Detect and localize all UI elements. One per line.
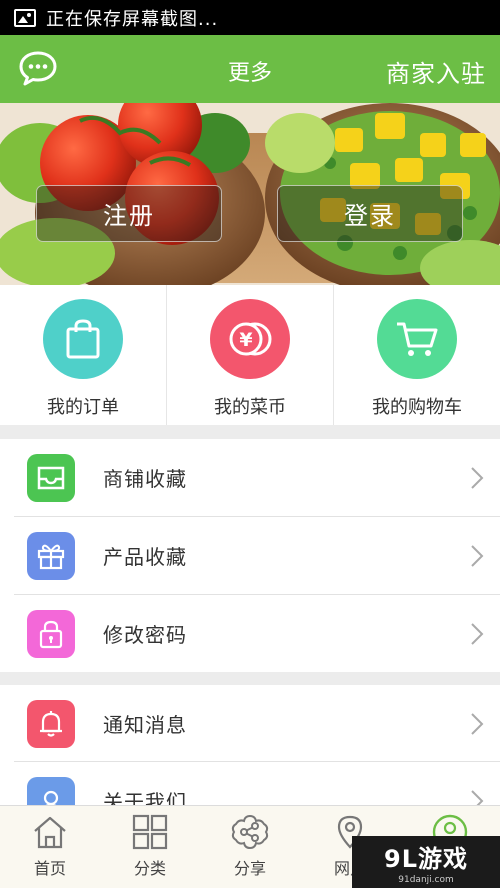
- nav-label: 首页: [33, 859, 66, 878]
- screenshot-icon: [14, 8, 36, 27]
- login-button[interactable]: 登录: [277, 185, 463, 242]
- menu-item-label: 修改密码: [103, 623, 187, 647]
- status-text: 正在保存屏幕截图...: [46, 8, 219, 30]
- watermark-main: 9L游戏: [384, 845, 468, 873]
- nav-home[interactable]: 首页: [0, 806, 100, 888]
- watermark-sub: 91danji.com: [398, 875, 454, 885]
- inbox-icon: [27, 453, 75, 502]
- bell-icon: [27, 699, 75, 748]
- quick-actions: 我的订单 ¥ 我的菜币 我的购物车: [0, 285, 500, 425]
- app-header: 更多 商家入驻: [0, 35, 500, 103]
- register-button[interactable]: 注册: [36, 185, 222, 242]
- status-bar: 正在保存屏幕截图...: [0, 0, 500, 35]
- quick-action-label: 我的订单: [47, 397, 119, 418]
- chevron-right-icon: [471, 544, 484, 567]
- merchant-join-link[interactable]: 商家入驻: [386, 54, 486, 89]
- menu-item-notifications[interactable]: 通知消息: [0, 685, 500, 762]
- my-cart-button[interactable]: 我的购物车: [334, 285, 500, 425]
- nav-label: 分类: [133, 859, 166, 878]
- home-icon: [34, 816, 66, 849]
- menu-item-label: 商铺收藏: [103, 467, 187, 491]
- svg-text:¥: ¥: [239, 329, 252, 351]
- menu-item-label: 产品收藏: [103, 545, 187, 569]
- chevron-right-icon: [471, 712, 484, 735]
- chevron-right-icon: [471, 466, 484, 489]
- cart-icon: [377, 299, 457, 379]
- my-coins-button[interactable]: ¥ 我的菜币: [167, 285, 334, 425]
- menu-item-label: 通知消息: [103, 713, 187, 737]
- menu-item-change-password[interactable]: 修改密码: [0, 595, 500, 672]
- gift-icon: [27, 531, 75, 580]
- chevron-right-icon: [471, 622, 484, 645]
- share-icon: [231, 814, 269, 850]
- nav-share[interactable]: 分享: [200, 806, 300, 888]
- coin-icon: ¥: [210, 299, 290, 379]
- shopping-bag-icon: [43, 299, 123, 379]
- menu-item-product-favorites[interactable]: 产品收藏: [0, 517, 500, 594]
- menu-item-shop-favorites[interactable]: 商铺收藏: [0, 439, 500, 516]
- lock-icon: [27, 609, 75, 658]
- section-gap: [0, 672, 500, 685]
- section-gap: [0, 425, 500, 439]
- grid-icon: [132, 814, 168, 850]
- nav-category[interactable]: 分类: [100, 806, 200, 888]
- quick-action-label: 我的购物车: [372, 397, 462, 418]
- banner: 注册 登录: [0, 103, 500, 285]
- quick-action-label: 我的菜币: [214, 397, 286, 418]
- my-orders-button[interactable]: 我的订单: [0, 285, 167, 425]
- nav-label: 分享: [233, 859, 266, 878]
- site-watermark: 9L游戏 91danji.com: [352, 836, 500, 888]
